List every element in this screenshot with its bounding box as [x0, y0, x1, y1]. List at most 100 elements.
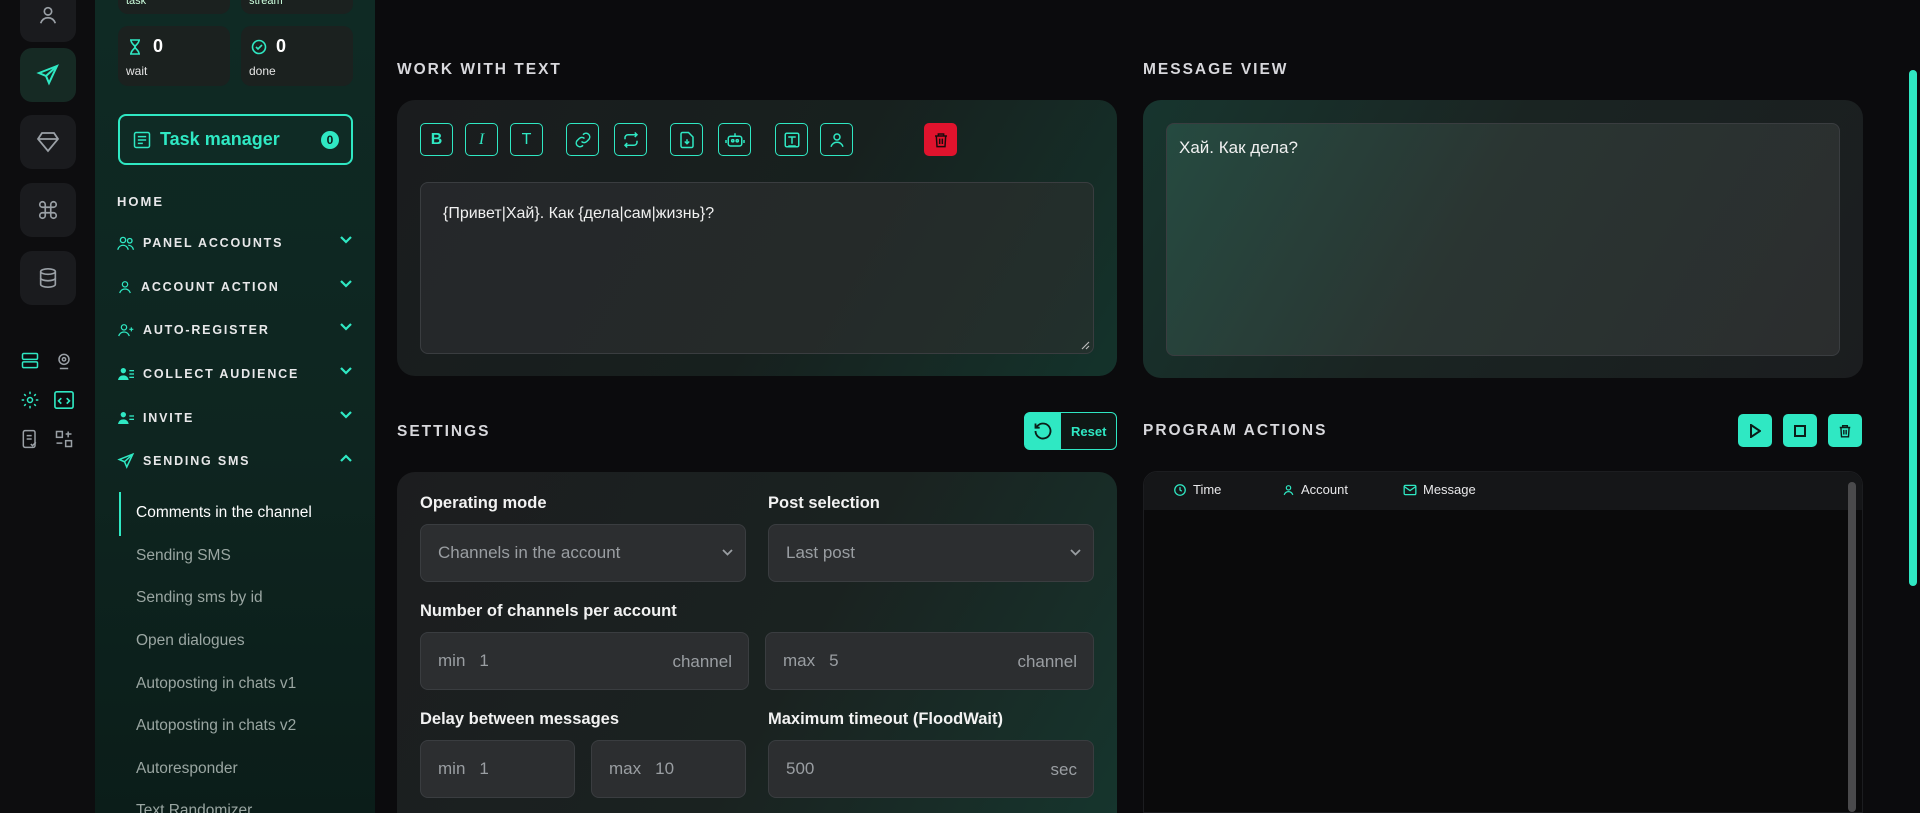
message-template-text: {Привет|Хай}. Как {дела|сам|жизнь}? — [443, 205, 715, 222]
sub-item-sending-sms-by-id[interactable]: Sending sms by id — [136, 589, 263, 607]
repeat-icon — [623, 131, 638, 148]
nav-collect-audience-label: COLLECT AUDIENCE — [143, 367, 300, 381]
trash-icon — [934, 132, 947, 147]
shapes-icon[interactable] — [53, 428, 75, 450]
message-template-textarea[interactable]: {Привет|Хай}. Как {дела|сам|жизнь}? — [420, 182, 1094, 354]
operating-mode-value: Channels in the account — [438, 543, 621, 562]
timeout-label: Maximum timeout (FloodWait) — [768, 710, 1003, 728]
task-manager-button[interactable]: Task manager 0 — [118, 114, 353, 165]
stop-button[interactable] — [1783, 414, 1817, 447]
channels-max-prefix: max — [783, 651, 816, 670]
settings-gear-icon[interactable] — [19, 389, 41, 411]
file-download-icon — [679, 131, 694, 148]
bold-icon: B — [430, 130, 443, 148]
code-window-icon[interactable] — [53, 389, 75, 411]
log-col-account[interactable]: Account — [1282, 482, 1348, 497]
bold-button[interactable]: B — [420, 123, 453, 156]
sub-item-text-randomizer[interactable]: Text Randomizer — [136, 802, 252, 813]
nav-invite-label: INVITE — [143, 411, 195, 425]
trash-icon — [1839, 424, 1851, 438]
nav-sending-sms-label: SENDING SMS — [143, 454, 251, 468]
nav-panel-accounts[interactable]: PANEL ACCOUNTS — [117, 231, 353, 255]
insert-user-button[interactable] — [820, 123, 853, 156]
chevron-down-icon — [340, 367, 352, 375]
text-format-button[interactable] — [775, 123, 808, 156]
command-rail-button[interactable] — [20, 183, 76, 237]
text-icon: T — [521, 130, 532, 148]
settings-title: SETTINGS — [397, 423, 491, 440]
log-col-time-label: Time — [1193, 482, 1222, 497]
task-stat-label: task — [126, 0, 147, 7]
italic-button[interactable]: I — [465, 123, 498, 156]
clear-text-button[interactable] — [924, 123, 957, 156]
log-col-account-label: Account — [1301, 482, 1348, 497]
mail-icon — [1403, 484, 1417, 495]
post-selection-select[interactable]: Last post — [768, 524, 1094, 582]
checklist-icon[interactable] — [19, 428, 41, 450]
wait-label: wait — [126, 64, 148, 78]
reset-settings-button[interactable]: Reset — [1024, 412, 1117, 450]
monospace-button[interactable]: T — [510, 123, 543, 156]
operating-mode-select[interactable]: Channels in the account — [420, 524, 746, 582]
reset-icon-box — [1025, 413, 1061, 449]
sub-item-autoposting-v1[interactable]: Autoposting in chats v1 — [136, 675, 296, 693]
program-actions-title: PROGRAM ACTIONS — [1143, 422, 1328, 439]
sub-item-sending-sms[interactable]: Sending SMS — [136, 547, 231, 565]
nav-account-action[interactable]: ACCOUNT ACTION — [117, 275, 353, 299]
stream-stat-label: stream — [249, 0, 283, 7]
diamond-rail-button[interactable] — [20, 115, 76, 169]
log-header: Time Account Message — [1144, 472, 1862, 510]
robot-icon — [724, 132, 745, 147]
delay-max-input[interactable]: max 10 — [591, 740, 746, 798]
repeat-button[interactable] — [614, 123, 647, 156]
webcam-icon[interactable] — [53, 350, 75, 372]
user-icon — [119, 281, 131, 294]
send-rail-button[interactable] — [20, 48, 76, 102]
nav-panel-accounts-label: PANEL ACCOUNTS — [143, 236, 284, 250]
log-col-time[interactable]: Time — [1173, 482, 1221, 497]
nav-auto-register[interactable]: AUTO-REGISTER — [117, 318, 353, 342]
user-icon — [1283, 484, 1294, 495]
page-scrollbar-thumb[interactable] — [1909, 70, 1917, 586]
sidebar: task stream 0 wait 0 done Task manager 0… — [95, 0, 375, 813]
delay-min-input[interactable]: min 1 — [420, 740, 575, 798]
delay-max-value: 10 — [655, 759, 675, 778]
log-col-message[interactable]: Message — [1403, 482, 1476, 497]
nav-sending-sms[interactable]: SENDING SMS — [117, 449, 353, 473]
task-stat-card: task — [118, 0, 230, 14]
stream-stat-card: stream — [241, 0, 353, 14]
operating-mode-label: Operating mode — [420, 494, 547, 512]
server-icon[interactable] — [19, 350, 41, 372]
sub-item-open-dialogues[interactable]: Open dialogues — [136, 632, 245, 650]
channels-per-account-label: Number of channels per account — [420, 602, 677, 620]
refresh-icon — [1034, 422, 1052, 440]
import-file-button[interactable] — [670, 123, 703, 156]
resize-handle-icon[interactable] — [1080, 340, 1090, 350]
user-icon — [829, 132, 844, 147]
nav-collect-audience[interactable]: COLLECT AUDIENCE — [117, 362, 353, 386]
task-list-icon — [133, 131, 151, 148]
hourglass-icon — [130, 39, 140, 55]
user-invite-icon — [118, 412, 134, 424]
page-scrollbar[interactable] — [1906, 0, 1920, 813]
sub-item-autoresponder[interactable]: Autoresponder — [136, 760, 238, 778]
message-view-title: MESSAGE VIEW — [1143, 61, 1289, 78]
timeout-input[interactable]: 500 sec — [768, 740, 1094, 798]
ai-generate-button[interactable] — [718, 123, 751, 156]
profile-rail-button[interactable] — [20, 0, 76, 42]
nav-home[interactable]: HOME — [117, 194, 164, 209]
play-icon — [1750, 423, 1761, 438]
nav-invite[interactable]: INVITE — [117, 406, 353, 430]
nav-account-action-label: ACCOUNT ACTION — [141, 280, 280, 294]
clear-log-button[interactable] — [1828, 414, 1862, 447]
link-button[interactable] — [566, 123, 599, 156]
sub-item-comments-in-channel[interactable]: Comments in the channel — [136, 504, 312, 522]
channels-max-input[interactable]: max 5 channel — [765, 632, 1094, 690]
channels-min-input[interactable]: min 1 channel — [420, 632, 749, 690]
sub-item-autoposting-v2[interactable]: Autoposting in chats v2 — [136, 717, 296, 735]
database-rail-button[interactable] — [20, 251, 76, 305]
start-button[interactable] — [1738, 414, 1772, 447]
chevron-down-icon — [722, 549, 733, 556]
log-scrollbar[interactable] — [1848, 482, 1856, 812]
log-col-message-label: Message — [1423, 482, 1476, 497]
